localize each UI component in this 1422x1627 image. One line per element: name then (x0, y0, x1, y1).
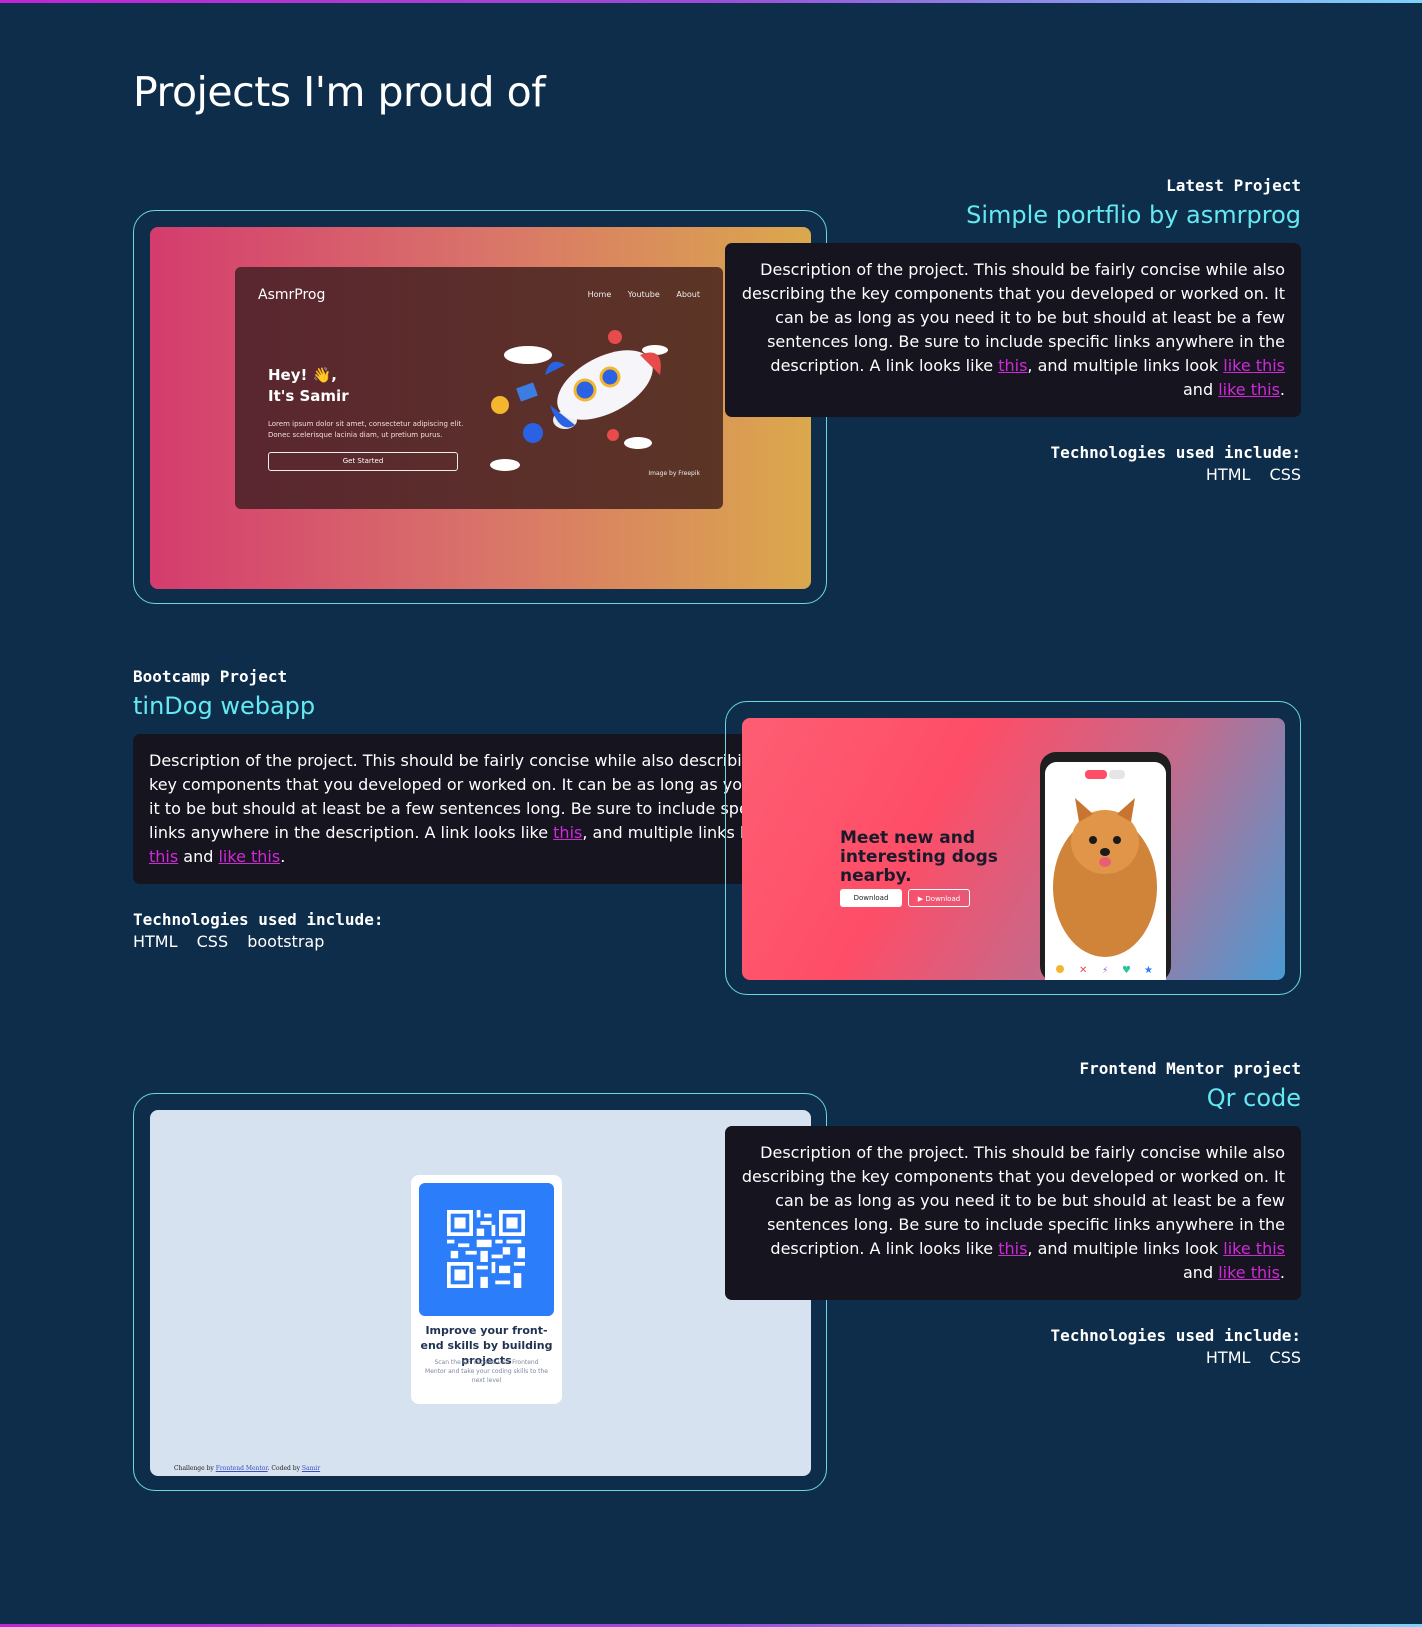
project-2-info: Bootcamp Project tinDog webapp Descripti… (133, 667, 827, 951)
preview-greeting-line: Hey! 👋, (268, 366, 337, 384)
rocket-illustration (490, 330, 668, 471)
preview-tagline: Meet new and interesting dogs nearby. (840, 828, 998, 886)
description-link[interactable]: this (553, 823, 582, 842)
project-eyebrow: Latest Project (1166, 176, 1301, 195)
description-link[interactable]: this (998, 356, 1027, 375)
tech-item: CSS (1269, 1348, 1301, 1367)
attribution-text: . Coded by (267, 1465, 302, 1472)
preview-brand: AsmrProg (258, 287, 326, 303)
preview-nav-item: Youtube (627, 290, 660, 299)
preview-nav-item: Home (587, 290, 612, 299)
qr-card: Improve your front-end skills by buildin… (411, 1175, 562, 1404)
project-2-screenshot[interactable]: Meet new and interesting dogs nearby. Do… (742, 718, 1285, 980)
description-link[interactable]: this (998, 1239, 1027, 1258)
description-text: , and multiple links look (1027, 356, 1224, 375)
description-text: and (1183, 1263, 1219, 1282)
project-3-info: Frontend Mentor project Qr code Descript… (725, 1059, 1301, 1367)
project-title: tinDog webapp (133, 692, 316, 720)
description-text: , and multiple links look (1027, 1239, 1224, 1258)
attribution-link: Samir (301, 1465, 321, 1472)
qr-code-panel (419, 1183, 554, 1316)
dog-photo-icon: ✕ ⚡ ♥ ★ (1045, 762, 1166, 980)
project-1-screenshot[interactable]: AsmrProg Home Youtube About Hey! 👋, It's… (150, 227, 811, 589)
preview-get-started-button: Get Started (268, 452, 458, 471)
page-title: Projects I'm proud of (133, 68, 546, 116)
svg-text:♥: ♥ (1122, 965, 1131, 976)
project-description: Description of the project. This should … (725, 1126, 1301, 1300)
description-text: and (178, 847, 219, 866)
tech-heading: Technologies used include: (1050, 1326, 1301, 1345)
preview-image-credit: Image by Freepik (648, 470, 700, 477)
project-3-screenshot[interactable]: Improve your front-end skills by buildin… (150, 1110, 811, 1476)
qr-card-subtitle: Scan the QR code to visit Frontend Mento… (425, 1359, 548, 1384)
tech-heading: Technologies used include: (1050, 443, 1301, 462)
project-title: Simple portflio by asmrprog (966, 201, 1301, 229)
description-text: . (1279, 1263, 1285, 1282)
tech-list: HTML CSS (725, 465, 1301, 484)
description-text: . (1279, 380, 1285, 399)
description-link[interactable]: like this (1218, 380, 1280, 399)
preview-greeting: Hey! 👋, It's Samir (268, 365, 349, 407)
preview-download-button: Download (840, 889, 902, 907)
description-text: and (1183, 380, 1219, 399)
svg-text:✕: ✕ (1079, 965, 1087, 976)
tech-item: HTML (1205, 465, 1251, 484)
description-text: . (280, 847, 286, 866)
tech-item: HTML (1205, 1348, 1251, 1367)
description-link[interactable]: like this (218, 847, 280, 866)
svg-text:★: ★ (1144, 965, 1153, 976)
description-link[interactable]: like this (1223, 356, 1285, 375)
description-link[interactable]: like this (1218, 1263, 1280, 1282)
preview-attribution: Challenge by Frontend Mentor. Coded by S… (174, 1465, 320, 1472)
project-1-info: Latest Project Simple portflio by asmrpr… (725, 176, 1301, 484)
top-accent-line (0, 0, 1422, 3)
description-link[interactable]: like this (1223, 1239, 1285, 1258)
tech-item: bootstrap (247, 932, 325, 951)
portfolio-preview: AsmrProg Home Youtube About Hey! 👋, It's… (235, 267, 723, 509)
qr-code-icon (447, 1210, 525, 1288)
preview-nav: Home Youtube About (574, 290, 700, 299)
attribution-text: Challenge by (174, 1465, 216, 1472)
project-title: Qr code (1206, 1084, 1301, 1112)
attribution-link: Frontend Mentor (215, 1465, 268, 1472)
svg-text:⚡: ⚡ (1102, 966, 1108, 976)
preview-nav-item: About (676, 290, 700, 299)
preview-download-button: ▶ Download (908, 889, 970, 907)
tech-list: HTML CSS bootstrap (133, 932, 827, 951)
project-description: Description of the project. This should … (725, 243, 1301, 417)
tech-item: CSS (196, 932, 229, 951)
phone-screen: ✕ ⚡ ♥ ★ (1045, 762, 1166, 980)
tech-list: HTML CSS (725, 1348, 1301, 1367)
project-description: Description of the project. This should … (133, 734, 827, 884)
preview-greeting-line: It's Samir (268, 387, 349, 405)
tech-item: CSS (1269, 465, 1301, 484)
project-eyebrow: Frontend Mentor project (1079, 1059, 1301, 1078)
project-eyebrow: Bootcamp Project (133, 667, 288, 686)
preview-lorem: Lorem ipsum dolor sit amet, consectetur … (268, 420, 464, 439)
phone-mockup: ✕ ⚡ ♥ ★ (1040, 752, 1171, 980)
tech-item: HTML (133, 932, 178, 951)
tech-heading: Technologies used include: (133, 910, 384, 929)
